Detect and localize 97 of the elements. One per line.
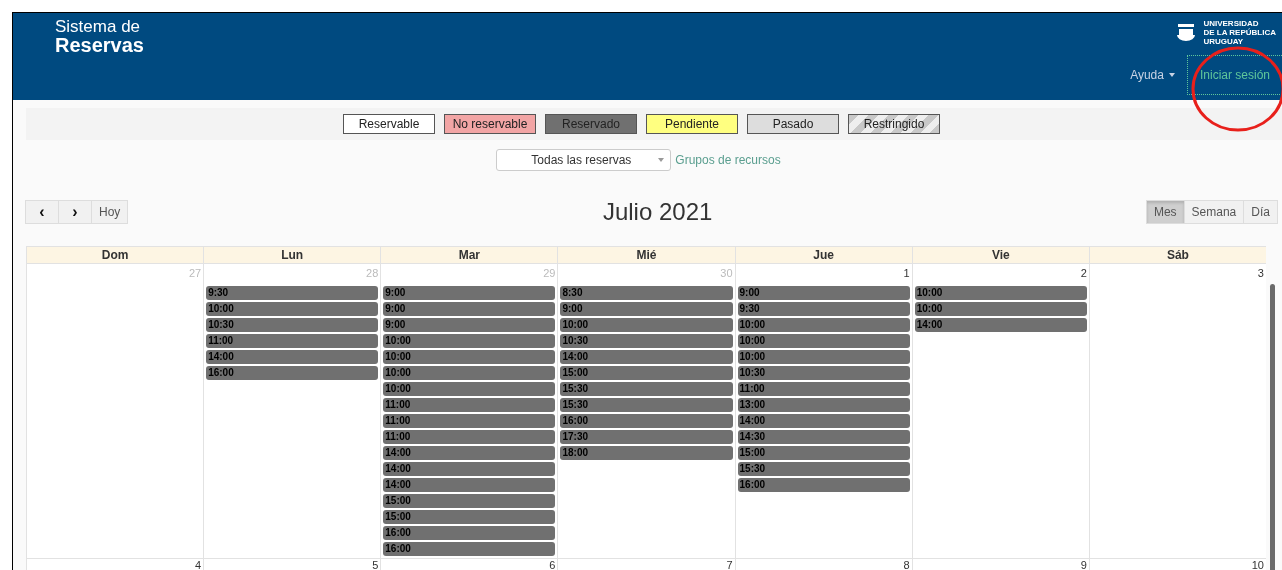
view-button[interactable]: Semana	[1183, 200, 1245, 224]
reservation-event[interactable]: 10:00	[383, 382, 556, 396]
caret-icon	[1168, 73, 1175, 77]
day-number: 6	[548, 558, 557, 570]
brand-title: Reservas	[55, 35, 144, 55]
reservation-event[interactable]: 10:00	[737, 334, 910, 348]
reservation-event[interactable]: 9:30	[737, 302, 910, 316]
reservation-event[interactable]: 10:00	[914, 286, 1087, 300]
reservation-event[interactable]: 14:30	[737, 430, 910, 444]
day-number: 10	[1250, 558, 1265, 570]
reservation-event[interactable]: 14:00	[737, 414, 910, 428]
legend-item: Reservado	[545, 114, 637, 134]
logo-text: DE LA REPÚBLICA	[1203, 28, 1276, 37]
reservation-event[interactable]: 10:00	[737, 350, 910, 364]
weekday-header: Sáb	[1088, 246, 1266, 264]
reservation-event[interactable]: 15:00	[560, 366, 733, 380]
weekday-header: Lun	[203, 246, 381, 264]
reservation-event[interactable]: 14:00	[383, 462, 556, 476]
reservation-event[interactable]: 11:00	[737, 382, 910, 396]
reservation-event[interactable]: 15:30	[560, 382, 733, 396]
reservation-event[interactable]: 15:30	[560, 398, 733, 412]
reservation-event[interactable]: 10:30	[560, 334, 733, 348]
scrollbar[interactable]	[1269, 284, 1275, 570]
legend-item: No reservable	[444, 114, 536, 134]
reservation-event[interactable]: 9:00	[560, 302, 733, 316]
weekday-header: Dom	[26, 246, 204, 264]
reservation-event[interactable]: 13:00	[737, 398, 910, 412]
day-number: 9	[1079, 558, 1088, 570]
resource-groups-link[interactable]: Grupos de recursos	[675, 153, 781, 167]
reservation-event[interactable]: 11:00	[383, 430, 556, 444]
day-number: 1	[902, 266, 911, 281]
reservation-event[interactable]: 15:00	[737, 446, 910, 460]
reservation-event[interactable]: 14:00	[206, 350, 379, 364]
weekday-header: Jue	[734, 246, 912, 264]
today-button[interactable]: Hoy	[91, 200, 129, 224]
reservation-event[interactable]: 14:00	[560, 350, 733, 364]
reservation-event[interactable]: 11:00	[383, 398, 556, 412]
reservation-event[interactable]: 16:00	[383, 526, 556, 540]
reservation-event[interactable]: 11:00	[383, 414, 556, 428]
reservation-event[interactable]: 9:00	[383, 286, 556, 300]
reservation-event[interactable]: 9:00	[737, 286, 910, 300]
weekday-header: Vie	[911, 246, 1089, 264]
day-number: 3	[1256, 266, 1265, 281]
login-link[interactable]: Iniciar sesión	[1186, 55, 1282, 95]
reservation-event[interactable]: 11:00	[206, 334, 379, 348]
day-number: 27	[187, 266, 203, 281]
reservation-event[interactable]: 9:00	[383, 302, 556, 316]
day-number: 28	[365, 266, 380, 281]
month-title: Julio 2021	[601, 198, 713, 226]
reservation-event[interactable]: 16:00	[383, 542, 556, 556]
reservation-event[interactable]: 10:00	[383, 350, 556, 364]
reservation-event[interactable]: 10:00	[383, 334, 556, 348]
day-number: 7	[725, 558, 734, 570]
reservation-event[interactable]: 10:00	[560, 318, 733, 332]
reservation-event[interactable]: 10:00	[206, 302, 379, 316]
logo-text: UNIVERSIDAD	[1203, 19, 1260, 28]
day-number: 4	[194, 558, 203, 570]
reservation-event[interactable]: 15:30	[737, 462, 910, 476]
reservation-event[interactable]: 16:00	[560, 414, 733, 428]
legend-item: Reservable	[343, 114, 435, 134]
reservations-select[interactable]: Todas las reservas	[496, 149, 672, 171]
reservation-event[interactable]: 8:30	[560, 286, 733, 300]
university-logo-icon	[1175, 22, 1198, 43]
reservation-event[interactable]: 14:00	[383, 478, 556, 492]
reservation-event[interactable]: 10:30	[737, 366, 910, 380]
view-button[interactable]: Día	[1243, 200, 1278, 224]
day-number: 5	[371, 558, 380, 570]
view-button[interactable]: Mes	[1145, 200, 1185, 224]
reservation-event[interactable]: 18:00	[560, 446, 733, 460]
reservation-event[interactable]: 16:00	[206, 366, 379, 380]
day-number: 8	[902, 558, 911, 570]
weekday-header: Mié	[557, 246, 735, 264]
weekday-header: Mar	[380, 246, 558, 264]
reservation-event[interactable]: 15:00	[383, 494, 556, 508]
reservation-event[interactable]: 10:00	[737, 318, 910, 332]
reservation-event[interactable]: 17:30	[560, 430, 733, 444]
day-number: 2	[1079, 266, 1088, 281]
reservation-event[interactable]: 10:30	[206, 318, 379, 332]
reservation-event[interactable]: 16:00	[737, 478, 910, 492]
day-number: 30	[719, 266, 734, 281]
reservation-event[interactable]: 14:00	[383, 446, 556, 460]
reservation-event[interactable]: 10:00	[914, 302, 1087, 316]
legend-item: Pasado	[747, 114, 839, 134]
legend-item: Pendiente	[646, 114, 738, 134]
next-button[interactable]: ›	[58, 200, 92, 224]
brand-title: Sistema de	[55, 19, 142, 35]
reservation-event[interactable]: 14:00	[914, 318, 1087, 332]
legend-item: Restringido	[848, 114, 940, 134]
reservation-event[interactable]: 15:00	[383, 510, 556, 524]
help-menu[interactable]: Ayuda	[1118, 56, 1187, 94]
caret-icon	[658, 158, 665, 162]
reservation-event[interactable]: 10:00	[383, 366, 556, 380]
logo-text: URUGUAY	[1203, 37, 1245, 46]
day-number: 29	[542, 266, 557, 281]
previous-button[interactable]: ‹	[25, 200, 59, 224]
reservation-event[interactable]: 9:00	[383, 318, 556, 332]
reservation-event[interactable]: 9:30	[206, 286, 379, 300]
